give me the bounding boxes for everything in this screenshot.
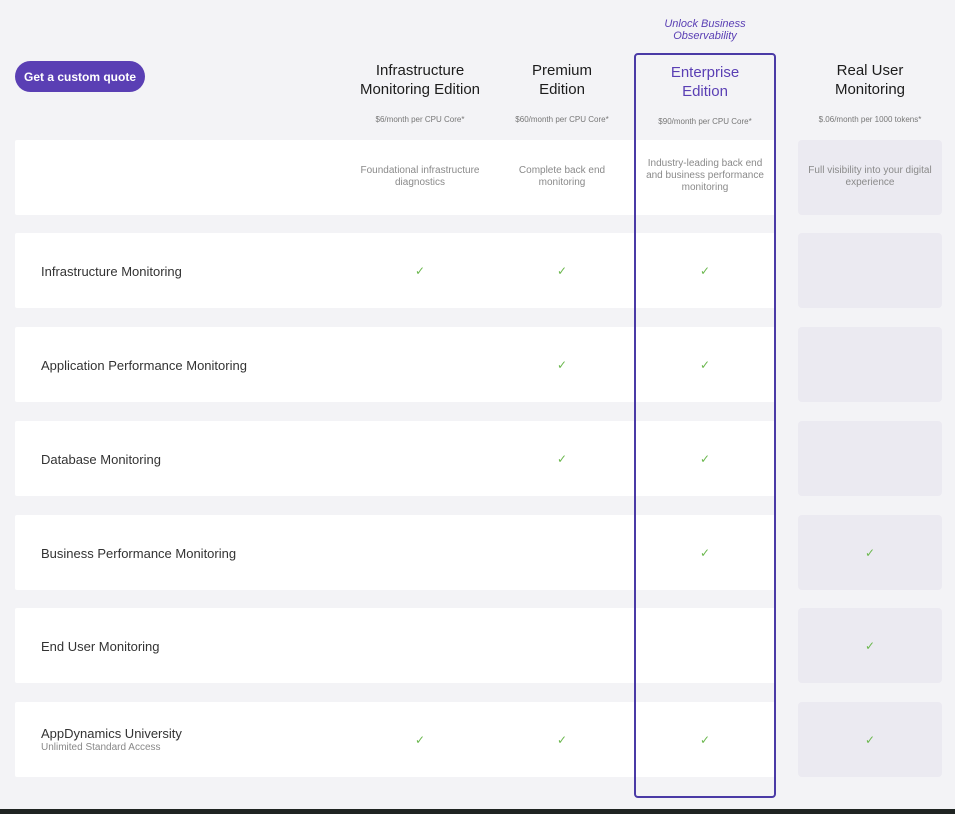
feature-label: End User Monitoring xyxy=(41,639,160,654)
feature-label: Infrastructure Monitoring xyxy=(41,264,182,279)
plan-description-real-user: Full visibility into your digital experi… xyxy=(808,165,932,188)
plan-price: $60/month per CPU Core* xyxy=(515,115,609,124)
checkmark-icon: ✓ xyxy=(556,733,568,747)
checkmark-icon: ✓ xyxy=(699,264,711,278)
checkmark-icon: ✓ xyxy=(699,358,711,372)
plan-name: Enterprise Edition xyxy=(670,64,740,100)
checkmark-icon: ✓ xyxy=(699,452,711,466)
rum-feature-cell xyxy=(798,421,942,496)
plan-header-premium: Premium Edition $60/month per CPU Core* xyxy=(491,61,633,125)
rum-feature-cell xyxy=(798,233,942,308)
checkmark-icon: ✓ xyxy=(414,733,426,747)
checkmark-icon: ✓ xyxy=(864,733,876,747)
checkmark-icon: ✓ xyxy=(556,452,568,466)
feature-name: Database Monitoring xyxy=(41,452,161,467)
checkmark-icon: ✓ xyxy=(699,733,711,747)
plan-description-premium: Complete back end monitoring xyxy=(518,165,606,188)
plan-header-infrastructure: Infrastructure Monitoring Edition $6/mon… xyxy=(349,61,491,125)
rum-feature-cell xyxy=(798,327,942,402)
checkmark-icon: ✓ xyxy=(864,639,876,653)
plan-description-infrastructure: Foundational infrastructure diagnostics xyxy=(360,165,480,188)
feature-name: Business Performance Monitoring xyxy=(41,546,237,561)
checkmark-icon: ✓ xyxy=(699,546,711,560)
plan-price: $.06/month per 1000 tokens* xyxy=(818,115,922,124)
feature-label: Database Monitoring xyxy=(41,452,161,467)
feature-name: AppDynamics University xyxy=(41,726,182,741)
feature-label: AppDynamics University Unlimited Standard… xyxy=(41,726,182,754)
feature-label: Business Performance Monitoring xyxy=(41,546,236,561)
footer-bar xyxy=(0,809,955,814)
feature-sublabel: Unlimited Standard Access xyxy=(41,742,161,753)
feature-label: Application Performance Monitoring xyxy=(41,358,247,373)
feature-name: End User Monitoring xyxy=(41,639,160,654)
plan-header-real-user: Real User Monitoring $.06/month per 1000… xyxy=(798,61,942,125)
plan-name: Infrastructure Monitoring Edition xyxy=(359,62,481,98)
plan-description-enterprise: Industry-leading back end and business p… xyxy=(646,158,764,193)
plan-price: $90/month per CPU Core* xyxy=(658,117,752,126)
checkmark-icon: ✓ xyxy=(556,358,568,372)
plan-name: Premium Edition xyxy=(531,62,592,98)
checkmark-icon: ✓ xyxy=(414,264,426,278)
plan-header-enterprise: Enterprise Edition $90/month per CPU Cor… xyxy=(634,63,776,127)
enterprise-tagline: Unlock Business Observability xyxy=(664,18,746,42)
plan-price: $6/month per CPU Core* xyxy=(375,115,465,124)
checkmark-icon: ✓ xyxy=(864,546,876,560)
feature-name: Application Performance Monitoring xyxy=(41,358,247,373)
plan-name: Real User Monitoring xyxy=(834,62,906,98)
feature-name: Infrastructure Monitoring xyxy=(41,264,182,279)
custom-quote-button[interactable]: Get a custom quote xyxy=(15,61,145,92)
checkmark-icon: ✓ xyxy=(556,264,568,278)
